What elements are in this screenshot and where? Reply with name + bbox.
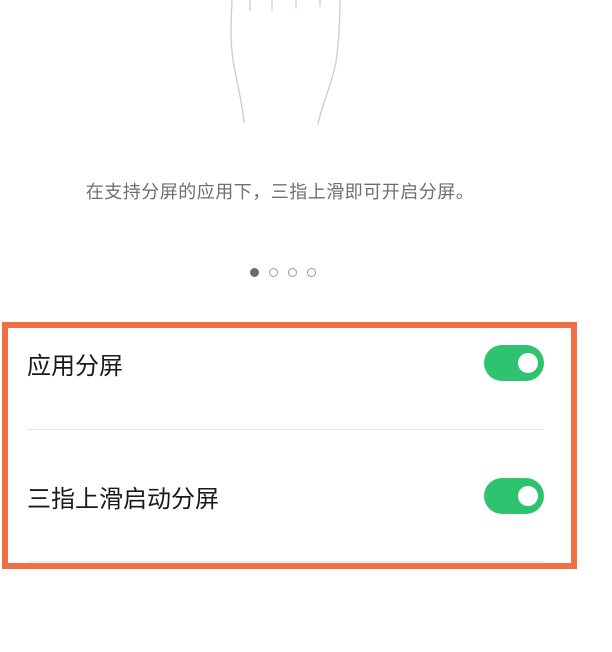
page-indicator — [250, 268, 316, 277]
page-dot-3[interactable] — [288, 268, 297, 277]
instruction-caption: 在支持分屏的应用下，三指上滑即可开启分屏。 — [85, 182, 475, 203]
three-finger-swipe-toggle[interactable] — [484, 478, 544, 514]
setting-row-three-finger-swipe[interactable]: 三指上滑启动分屏 — [27, 476, 544, 516]
toggle-knob — [518, 486, 538, 506]
setting-label: 三指上滑启动分屏 — [27, 484, 219, 513]
toggle-knob — [518, 353, 538, 373]
hand-icon — [230, 0, 341, 125]
divider — [27, 429, 544, 430]
setting-row-app-split-screen[interactable]: 应用分屏 — [27, 343, 544, 383]
page-dot-2[interactable] — [269, 268, 278, 277]
page-dot-1[interactable] — [250, 268, 259, 277]
setting-label: 应用分屏 — [27, 351, 123, 380]
divider — [27, 561, 544, 562]
hand-gesture-illustration — [0, 0, 612, 150]
page-dot-4[interactable] — [307, 268, 316, 277]
app-split-screen-toggle[interactable] — [484, 345, 544, 381]
